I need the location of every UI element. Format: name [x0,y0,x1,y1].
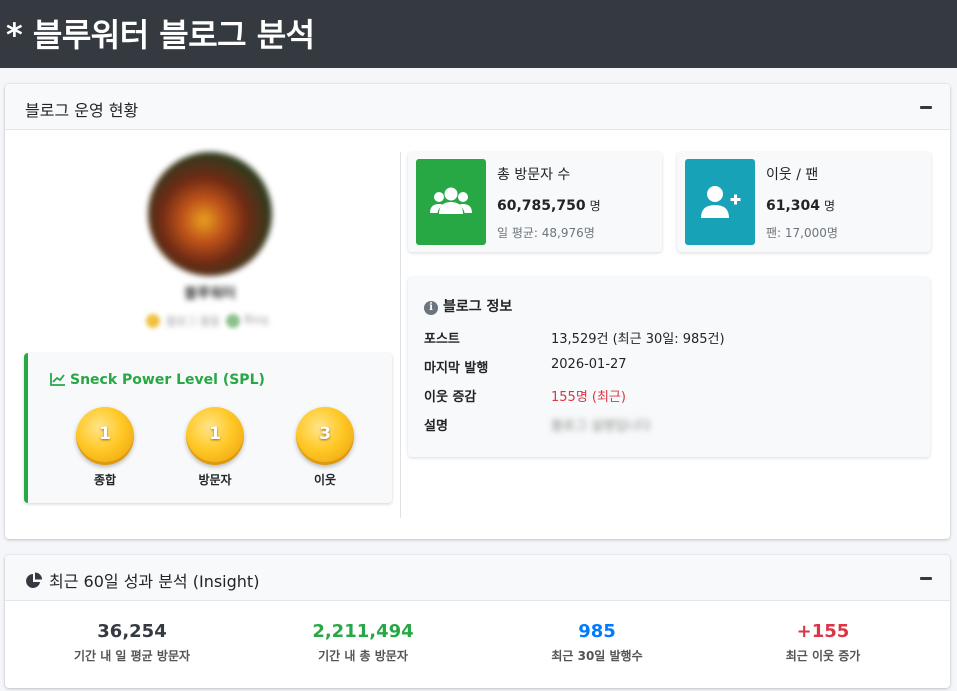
card-title: 블로그 운영 현황 [25,101,139,120]
user-plus-icon [685,159,755,245]
badge-label: 블로그 활동 [166,315,221,328]
spl-item-total: 1 종합 [70,407,140,488]
row-value-neighbor-change: 155명 (최근) [551,390,626,405]
stat-total-visitors: 2,211,494 기간 내 총 방문자 [312,621,414,663]
top-bar: * 블루워터 블로그 분석 [0,0,957,68]
medal-icon: 1 [76,407,134,465]
row-value-last-published: 2026-01-27 [551,357,627,372]
spl-item-neighbors: 3 이웃 [290,407,360,488]
card-header: 최근 60일 성과 분석 (Insight) [5,555,950,601]
spl-label: 방문자 [198,473,232,487]
page-title: * 블루워터 블로그 분석 [6,16,315,54]
neighbors-value: 61,304 명 [766,198,836,214]
collapse-button[interactable] [920,106,932,109]
row-label-last-published: 마지막 발행 [424,361,489,376]
medal-icon: 1 [186,407,244,465]
spl-label: 이웃 [313,473,337,487]
users-icon [416,159,486,245]
spl-title: Sneck Power Level (SPL) [50,372,265,388]
stat-daily-average: 36,254 기간 내 일 평균 방문자 [73,621,191,663]
neighbors-label: 이웃 / 팬 [766,167,819,183]
row-label-description: 설명 [424,419,448,434]
fans-count: 팬: 17,000명 [766,226,838,240]
stat-posts-30d: 985 최근 30일 발행수 [551,621,643,663]
blog-info-panel: i 블로그 정보 포스트 13,529건 (최근 30일: 985건) 마지막 발… [408,277,930,457]
medal-icon: 3 [296,407,354,465]
column-divider [400,152,401,518]
info-circle-icon: i [424,301,438,315]
row-label-neighbor-change: 이웃 증감 [424,390,477,405]
blog-name: 블루워터 [184,286,236,302]
chart-line-icon [50,373,65,386]
spl-panel: Sneck Power Level (SPL) 1 종합 1 방문자 3 이웃 [24,353,392,503]
badge-label: Blog [244,313,269,326]
collapse-button[interactable] [920,577,932,580]
card-header: 블로그 운영 현황 [5,84,950,130]
visitors-label: 총 방문자 수 [497,167,571,183]
row-label-posts: 포스트 [424,332,460,347]
row-value-posts: 13,529건 (최근 30일: 985건) [551,332,725,347]
spl-label: 종합 [93,473,117,487]
badge-icon [146,314,160,328]
visitors-info-box: 총 방문자 수 60,785,750 명 일 평균: 48,976명 [408,152,662,252]
blog-badges: 블로그 활동 Blog [140,311,280,331]
row-value-description: 블로그 설명입니다 [551,419,651,434]
visitors-daily-average: 일 평균: 48,976명 [497,226,595,240]
spl-item-visitors: 1 방문자 [180,407,250,488]
blog-info-title: i 블로그 정보 [424,296,512,316]
spl-title-text: Sneck Power Level (SPL) [70,372,265,388]
card-title: 최근 60일 성과 분석 (Insight) [25,568,259,592]
stat-neighbor-growth: +155 최근 이웃 증가 [785,621,861,663]
pie-chart-icon [26,572,42,588]
neighbors-info-box: 이웃 / 팬 61,304 명 팬: 17,000명 [677,152,931,252]
insight-card: 최근 60일 성과 분석 (Insight) 36,254 기간 내 일 평균 … [5,555,950,688]
visitors-value: 60,785,750 명 [497,198,601,214]
avatar [148,152,272,276]
badge-icon [226,314,240,328]
